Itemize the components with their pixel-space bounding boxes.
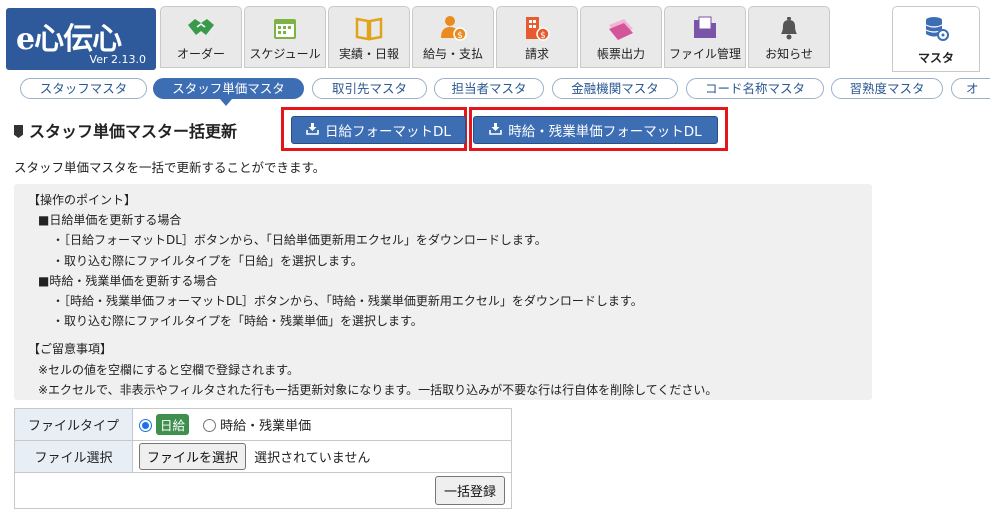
upload-form: ファイルタイプ 日給 時給・残業単価 ファイル選択 ファイルを選択 選択されてい…	[14, 408, 512, 509]
handshake-icon	[161, 13, 241, 43]
database-gear-icon	[893, 13, 979, 43]
info-line: ・［時給・残業単価フォーマットDL］ボタンから、「時給・残業単価更新用エクセル」…	[52, 294, 643, 309]
folder-icon	[665, 13, 745, 43]
form-row-file-select: ファイル選択 ファイルを選択 選択されていません	[14, 440, 512, 473]
svg-text:$: $	[457, 31, 463, 41]
info-heading: 【操作のポイント】	[28, 193, 137, 207]
nav-label: オーダー	[176, 47, 225, 61]
app-logo[interactable]: e心伝心 Ver 2.13.0	[6, 8, 156, 70]
svg-text:$: $	[540, 31, 546, 41]
nav-item-billing[interactable]: $ 請求	[496, 6, 578, 68]
nav-item-reports[interactable]: 帳票出力	[580, 6, 662, 68]
info-line: ・取り込む際にファイルタイプを「日給」を選択します。	[52, 253, 363, 268]
master-subtabs: スタッフマスタ スタッフ単価マスタ 取引先マスタ 担当者マスタ 金融機関マスタ …	[0, 76, 990, 100]
logo-text: e心伝心	[16, 22, 122, 57]
info-line: ・取り込む際にファイルタイプを「時給・残業単価」を選択します。	[52, 314, 423, 329]
tab-staff-rate-master[interactable]: スタッフ単価マスタ	[153, 78, 304, 99]
calendar-icon	[245, 13, 325, 43]
info-note: ※エクセルで、非表示やフィルタされた行も一括更新対象になります。一括取り込みが不…	[38, 382, 718, 397]
tab-client-master[interactable]: 取引先マスタ	[312, 78, 427, 99]
download-icon	[489, 122, 503, 139]
nav-item-files[interactable]: ファイル管理	[664, 6, 746, 68]
bulk-register-button[interactable]: 一括登録	[434, 476, 505, 505]
nav-item-master[interactable]: マスタ	[892, 6, 980, 72]
app-header: e心伝心 Ver 2.13.0 オーダー スケジュール 実績・日報 $ 給与・支	[0, 0, 990, 74]
file-type-label: ファイルタイプ	[14, 408, 133, 441]
file-type-options: 日給 時給・残業単価	[132, 408, 512, 441]
nav-label: 請求	[524, 47, 549, 61]
documents-icon	[581, 13, 661, 43]
tab-more[interactable]: オ	[951, 78, 990, 99]
daily-badge: 日給	[156, 414, 190, 435]
nav-label: スケジュール	[249, 47, 321, 61]
info-panel: 【操作のポイント】 ■日給単価を更新する場合 ・［日給フォーマットDL］ボタンか…	[14, 184, 872, 400]
file-type-daily-radio[interactable]	[139, 419, 152, 432]
tab-code-name-master[interactable]: コード名称マスタ	[686, 78, 824, 99]
nav-item-order[interactable]: オーダー	[160, 6, 242, 68]
tab-bank-master[interactable]: 金融機関マスタ	[552, 78, 678, 99]
choose-file-button[interactable]: ファイルを選択	[139, 443, 247, 470]
submit-cell: 一括登録	[14, 472, 512, 509]
form-row-submit: 一括登録	[14, 472, 512, 509]
nav-label: 実績・日報	[338, 47, 399, 61]
bell-icon	[749, 13, 829, 43]
nav-label: お知らせ	[765, 47, 813, 61]
nav-item-results[interactable]: 実績・日報	[328, 6, 410, 68]
no-file-text: 選択されていません	[254, 451, 371, 466]
nav-label: 帳票出力	[596, 47, 645, 61]
nav-label: 給与・支払	[422, 47, 483, 61]
nav-item-notices[interactable]: お知らせ	[748, 6, 830, 68]
nav-item-payroll[interactable]: $ 給与・支払	[412, 6, 494, 68]
info-subheading: ■日給単価を更新する場合	[38, 213, 182, 228]
nav-label: マスタ	[917, 51, 954, 65]
daily-format-download-button[interactable]: 日給フォーマットDL	[291, 116, 466, 144]
file-select-label: ファイル選択	[14, 440, 133, 473]
info-heading: 【ご留意事項】	[28, 342, 113, 357]
info-line: ・［日給フォーマットDL］ボタンから、「日給単価更新用エクセル」をダウンロードし…	[52, 233, 547, 248]
tab-contact-master[interactable]: 担当者マスタ	[434, 78, 544, 99]
building-money-icon: $	[497, 13, 577, 43]
form-row-file-type: ファイルタイプ 日給 時給・残業単価	[14, 408, 512, 441]
info-note: ※セルの値を空欄にすると空欄で登録されます。	[38, 362, 299, 377]
title-marker-icon	[14, 125, 23, 138]
nav-label: ファイル管理	[668, 47, 741, 61]
file-type-hourly-option[interactable]: 時給・残業単価	[203, 419, 311, 434]
nav-item-schedule[interactable]: スケジュール	[244, 6, 326, 68]
hourly-format-download-button[interactable]: 時給・残業単価フォーマットDL	[473, 116, 718, 144]
person-money-icon: $	[413, 13, 493, 43]
file-type-daily-option[interactable]: 日給	[139, 414, 193, 435]
file-type-hourly-radio[interactable]	[203, 419, 217, 432]
file-select-cell: ファイルを選択 選択されていません	[132, 440, 512, 473]
book-icon	[329, 13, 409, 43]
download-icon	[306, 122, 319, 139]
page-description: スタッフ単価マスタを一括で更新することができます。	[14, 160, 326, 175]
page-title: スタッフ単価マスター括更新	[14, 118, 237, 142]
tab-staff-master[interactable]: スタッフマスタ	[20, 78, 147, 99]
app-version: Ver 2.13.0	[89, 53, 146, 66]
tab-proficiency-master[interactable]: 習熟度マスタ	[831, 78, 943, 99]
info-subheading: ■時給・残業単価を更新する場合	[38, 273, 218, 288]
active-tab-pointer	[220, 99, 232, 106]
hourly-option-label: 時給・残業単価	[220, 419, 312, 434]
